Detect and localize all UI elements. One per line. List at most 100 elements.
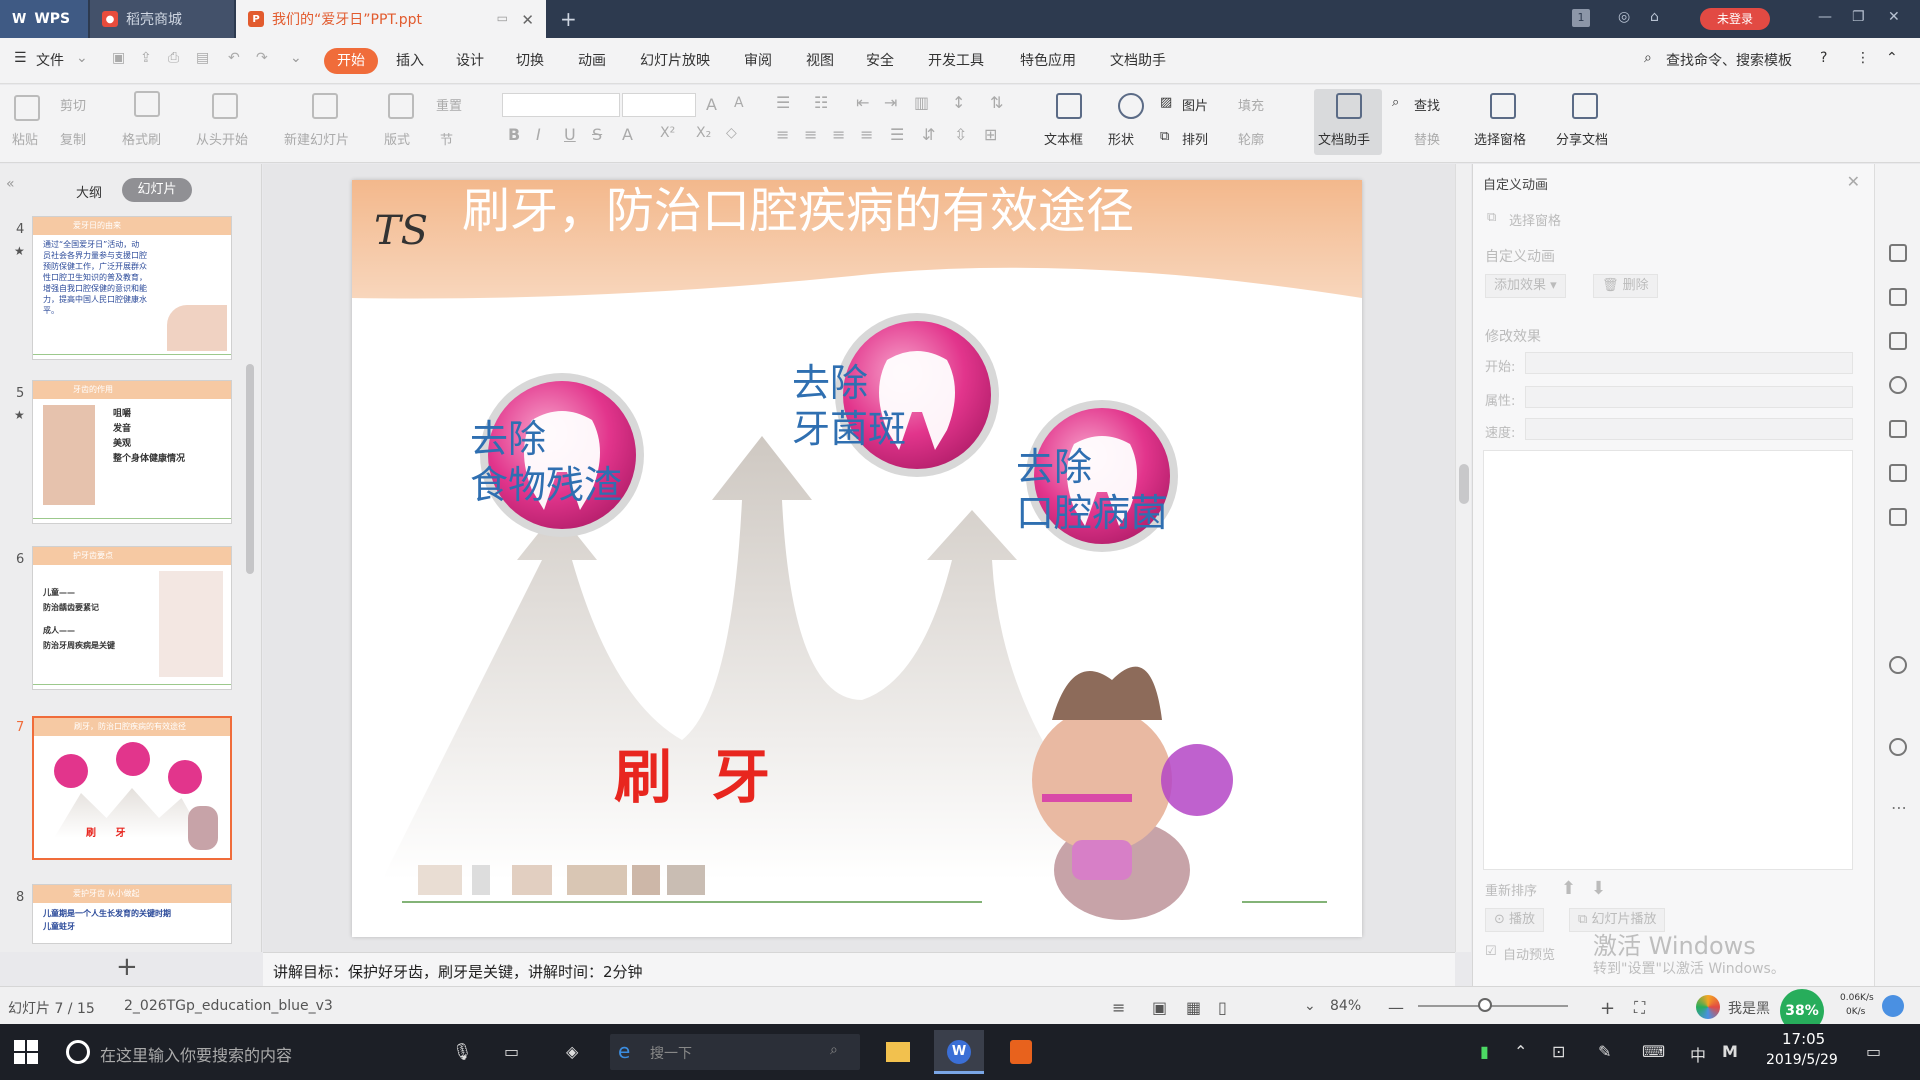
move-up-icon[interactable]: ⬆ (1561, 878, 1576, 899)
tab-wps-home[interactable]: W WPS (0, 0, 88, 38)
from-start-button[interactable]: 从头开始 (196, 129, 248, 148)
textbox-button[interactable]: 文本框 (1044, 129, 1083, 148)
numbered-list-icon[interactable]: ☷ (814, 93, 828, 112)
cortana-icon[interactable] (66, 1040, 90, 1064)
paste-icon[interactable] (14, 95, 40, 121)
animation-list[interactable] (1483, 450, 1853, 870)
line-spacing-icon[interactable]: ↕ (952, 93, 965, 112)
align-right-icon[interactable]: ≡ (832, 125, 845, 144)
shirt-icon[interactable]: ⌂ (1650, 9, 1659, 25)
justify-icon[interactable]: ≡ (860, 125, 873, 144)
find-icon[interactable]: ⌕ (1392, 95, 1399, 110)
menu-review[interactable]: 审阅 (744, 50, 772, 70)
increase-indent-icon[interactable]: ⇥ (884, 93, 897, 112)
menu-transition[interactable]: 切换 (516, 50, 544, 70)
image-icon[interactable]: ▨ (1160, 95, 1172, 110)
picture-side-icon[interactable] (1889, 508, 1907, 526)
collapse-ribbon-icon[interactable]: ⌃ (1886, 50, 1898, 66)
menu-insert[interactable]: 插入 (396, 50, 424, 70)
menu-developer[interactable]: 开发工具 (928, 50, 984, 70)
tab-outline[interactable]: 大纲 (76, 182, 102, 201)
menu-slideshow[interactable]: 幻灯片放映 (640, 50, 710, 70)
select-pane-button[interactable]: 选择窗格 (1474, 129, 1526, 148)
columns-icon[interactable]: ▥ (914, 93, 929, 112)
slide-thumbnail-6[interactable]: 护牙齿要点 儿童—— 防治龋齿要紧记 成人—— 防治牙周疾病是关键 (32, 546, 232, 690)
search-icon[interactable]: ⌕ (1644, 50, 1652, 66)
print-preview-icon[interactable]: ▤ (196, 50, 209, 66)
microphone-icon[interactable]: 🎙 (452, 1042, 472, 1061)
property-select[interactable] (1525, 386, 1853, 408)
increase-font-icon[interactable]: A (706, 95, 717, 114)
superscript-icon[interactable]: X² (660, 125, 675, 141)
text-direction-icon[interactable]: ⇅ (990, 93, 1003, 112)
pin-tab-icon[interactable]: ▭ (497, 11, 508, 25)
settings-sliders-icon[interactable] (1889, 288, 1907, 306)
slide-scrollbar-thumb[interactable] (1459, 464, 1469, 504)
label-remove-food-debris[interactable]: 去除 食物残渣 (470, 416, 650, 508)
save-icon[interactable]: ▣ (112, 50, 125, 66)
media-player-icon[interactable] (996, 1030, 1046, 1074)
menu-security[interactable]: 安全 (866, 50, 894, 70)
window-close-icon[interactable]: ✕ (1888, 9, 1900, 25)
share-doc-button[interactable]: 分享文档 (1556, 129, 1608, 148)
vertical-align-icon[interactable]: ⇳ (954, 125, 967, 144)
star-icon[interactable] (1889, 376, 1907, 394)
reset-button[interactable]: 重置 (436, 95, 462, 114)
task-view-icon[interactable]: ▭ (504, 1042, 519, 1061)
decrease-font-icon[interactable]: A (734, 95, 744, 111)
chevron-down-icon[interactable]: ⌄ (76, 50, 88, 66)
redo-icon[interactable]: ↷ (256, 50, 268, 66)
browser-search-box[interactable]: e 搜一下 ⌕ (610, 1034, 860, 1070)
zoom-slider-knob[interactable] (1478, 998, 1492, 1012)
underline-icon[interactable]: U (564, 125, 576, 144)
section-button[interactable]: 节 (440, 129, 453, 148)
speed-select[interactable] (1525, 418, 1853, 440)
shape-icon[interactable] (1118, 93, 1144, 119)
tab-slides[interactable]: 幻灯片 (122, 178, 192, 202)
start-select[interactable] (1525, 352, 1853, 374)
keyboard-icon[interactable]: ⌨ (1642, 1042, 1665, 1061)
maximize-icon[interactable]: ❐ (1852, 9, 1865, 25)
protect-icon[interactable] (1889, 656, 1907, 674)
add-slide-icon[interactable]: + (116, 952, 138, 982)
tab-store[interactable]: ● 稻壳商城 (90, 0, 234, 38)
paste-button[interactable]: 粘贴 (12, 129, 38, 148)
zoom-chevron-icon[interactable]: ⌄ (1304, 998, 1316, 1014)
font-color-icon[interactable]: A (622, 125, 633, 144)
doc-helper-button[interactable]: 文档助手 (1314, 89, 1382, 155)
tab-document[interactable]: P 我们的“爱牙日”PPT.ppt ▭ ✕ (236, 0, 546, 38)
notes-pane[interactable]: 讲解目标：保护好牙齿，刷牙是关键，讲解时间：2分钟 (263, 952, 1455, 986)
more-icon[interactable]: ⋮ (1856, 50, 1870, 66)
zoom-out-icon[interactable]: — (1388, 998, 1404, 1017)
color-ball-icon[interactable] (1696, 995, 1720, 1019)
search-command-input[interactable]: 查找命令、搜索模板 (1666, 50, 1792, 70)
help-side-icon[interactable] (1889, 738, 1907, 756)
normal-view-icon[interactable]: ▣ (1152, 998, 1167, 1017)
new-slide-icon[interactable] (312, 93, 338, 119)
textbox-icon[interactable] (1056, 93, 1082, 119)
slide-thumbnail-4[interactable]: 爱牙日的由来 通过“全国爱牙日”活动，动 员社会各界力量参与支援口腔 预防保健工… (32, 216, 232, 360)
picture-button[interactable]: 图片 (1182, 95, 1208, 114)
replace-button[interactable]: 替换 (1414, 129, 1440, 148)
help-icon[interactable]: ? (1820, 50, 1827, 66)
hamburger-icon[interactable]: ☰ (14, 50, 27, 66)
slide-brush-text[interactable]: 刷牙 (614, 730, 810, 814)
bold-icon[interactable]: B (508, 125, 520, 144)
gallery-icon[interactable] (1889, 332, 1907, 350)
slide-thumbnail-8[interactable]: 爱护牙齿 从小做起 儿童期是一个人生长发育的关键时期 儿童蛀牙 (32, 884, 232, 944)
export-icon[interactable]: ⇪ (140, 50, 152, 66)
database-icon[interactable] (1889, 420, 1907, 438)
decrease-indent-icon[interactable]: ⇤ (856, 93, 869, 112)
taskbar-search-input[interactable]: 在这里输入你要搜索的内容 (100, 1042, 292, 1066)
move-down-icon[interactable]: ⬇ (1591, 878, 1606, 899)
zoom-value[interactable]: 84% (1330, 998, 1361, 1014)
outline-button[interactable]: 轮廓 (1238, 129, 1264, 148)
subscript-icon[interactable]: X₂ (696, 125, 711, 141)
pen-icon[interactable]: ✎ (1598, 1042, 1611, 1061)
font-size-select[interactable] (622, 93, 696, 117)
strikethrough-icon[interactable]: S (592, 125, 602, 144)
notes-toggle-icon[interactable]: ≡ (1112, 998, 1125, 1017)
close-tab-icon[interactable]: ✕ (521, 11, 534, 29)
add-effect-button[interactable]: 添加效果 ▾ (1485, 274, 1566, 298)
play-from-start-icon[interactable] (212, 93, 238, 119)
